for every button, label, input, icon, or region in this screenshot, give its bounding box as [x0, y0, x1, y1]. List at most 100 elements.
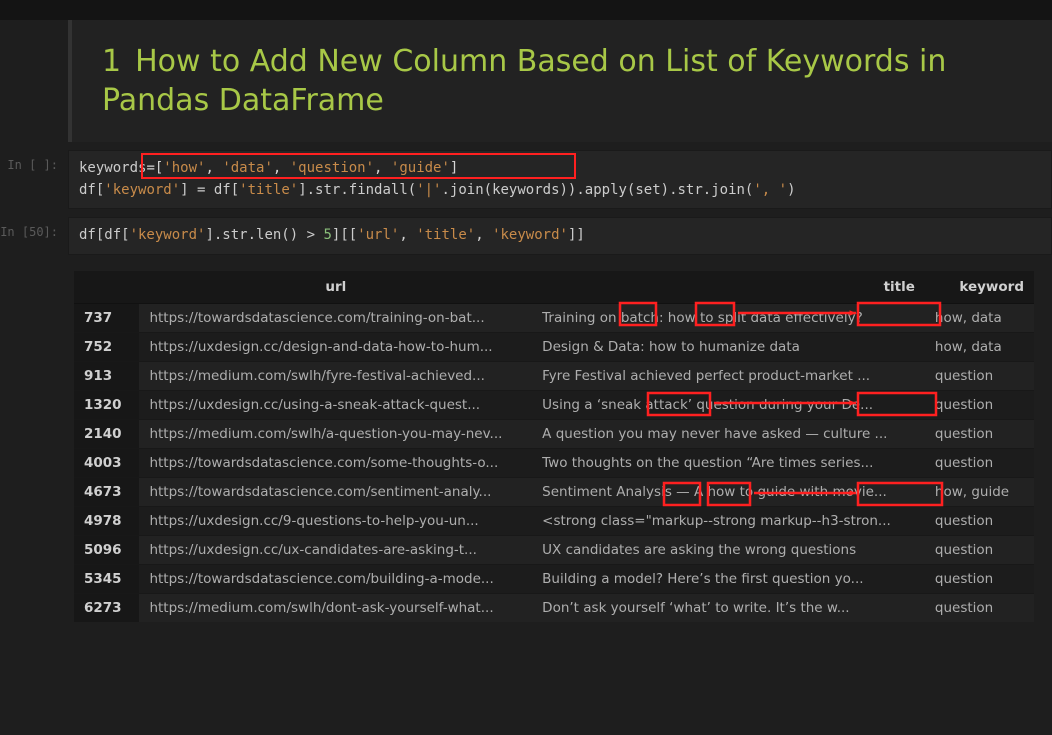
cell-url: https://medium.com/swlh/dont-ask-yoursel…	[139, 594, 532, 623]
cell-title: Don’t ask yourself ‘what’ to write. It’s…	[532, 594, 925, 623]
code-token: ', '	[753, 182, 787, 198]
code-token: ,	[273, 160, 290, 176]
code-token: 'data'	[222, 160, 273, 176]
code-editor[interactable]: df[df['keyword'].str.len() > 5][['url', …	[68, 217, 1052, 255]
cell-title: Two thoughts on the question “Are times …	[532, 449, 925, 478]
code-token: keywords	[79, 160, 146, 176]
cell-url: https://towardsdatascience.com/some-thou…	[139, 449, 532, 478]
cell-url: https://towardsdatascience.com/training-…	[139, 304, 532, 333]
code-token: =[	[146, 160, 163, 176]
cell-title: UX candidates are asking the wrong quest…	[532, 536, 925, 565]
row-index: 6273	[74, 594, 139, 623]
table-row: 6273https://medium.com/swlh/dont-ask-you…	[74, 594, 1034, 623]
code-token: 'url'	[357, 227, 399, 243]
table-header-row: url title keyword	[74, 271, 1034, 304]
cell-keyword: question	[925, 449, 1034, 478]
code-token: df[df[	[79, 227, 130, 243]
cell-url: https://towardsdatascience.com/building-…	[139, 565, 532, 594]
cell-prompt: In [ ]:	[0, 150, 68, 172]
table-row: 4673https://towardsdatascience.com/senti…	[74, 478, 1034, 507]
code-editor[interactable]: keywords=['how', 'data', 'question', 'gu…	[68, 150, 1052, 209]
dataframe-table: url title keyword 737https://towardsdata…	[74, 271, 1034, 622]
page-title: 1How to Add New Column Based on List of …	[72, 20, 1052, 142]
code-token: ].str.findall(	[298, 182, 416, 198]
code-token: ]	[450, 160, 458, 176]
row-index: 2140	[74, 420, 139, 449]
row-index: 4003	[74, 449, 139, 478]
cell-keyword: question	[925, 507, 1034, 536]
cell-url: https://uxdesign.cc/using-a-sneak-attack…	[139, 391, 532, 420]
top-bar	[0, 0, 1052, 20]
code-token: 'guide'	[391, 160, 450, 176]
cell-title: Building a model? Here’s the first quest…	[532, 565, 925, 594]
code-token: ]]	[568, 227, 585, 243]
col-header-title: title	[532, 271, 925, 304]
table-row: 5345https://towardsdatascience.com/build…	[74, 565, 1034, 594]
cell-keyword: question	[925, 565, 1034, 594]
heading-text: How to Add New Column Based on List of K…	[102, 44, 946, 118]
table-row: 913https://medium.com/swlh/fyre-festival…	[74, 362, 1034, 391]
index-header	[74, 271, 139, 304]
cell-title: <strong class="markup--strong markup--h3…	[532, 507, 925, 536]
col-header-keyword: keyword	[925, 271, 1034, 304]
code-token: )	[787, 182, 795, 198]
output-area: url title keyword 737https://towardsdata…	[68, 265, 1052, 628]
row-index: 1320	[74, 391, 139, 420]
cell-keyword: question	[925, 391, 1034, 420]
cell-url: https://uxdesign.cc/design-and-data-how-…	[139, 333, 532, 362]
code-token: .join(keywords)).apply(set).str.join(	[442, 182, 754, 198]
cell-title: A question you may never have asked — cu…	[532, 420, 925, 449]
cell-title: Fyre Festival achieved perfect product-m…	[532, 362, 925, 391]
table-row: 1320https://uxdesign.cc/using-a-sneak-at…	[74, 391, 1034, 420]
cell-title: Using a ‘sneak attack’ question during y…	[532, 391, 925, 420]
cell-prompt: In [50]:	[0, 217, 68, 239]
cell-url: https://uxdesign.cc/9-questions-to-help-…	[139, 507, 532, 536]
code-token: 'title'	[239, 182, 298, 198]
code-token: ] = df[	[180, 182, 239, 198]
cell-keyword: question	[925, 594, 1034, 623]
col-header-url: url	[139, 271, 532, 304]
table-row: 4003https://towardsdatascience.com/some-…	[74, 449, 1034, 478]
cell-keyword: question	[925, 536, 1034, 565]
cell-title: Design & Data: how to humanize data	[532, 333, 925, 362]
code-token: ,	[399, 227, 416, 243]
cell-title: Sentiment Analysis — A how to guide with…	[532, 478, 925, 507]
row-index: 737	[74, 304, 139, 333]
row-index: 5096	[74, 536, 139, 565]
cell-url: https://uxdesign.cc/ux-candidates-are-as…	[139, 536, 532, 565]
cell-keyword: question	[925, 362, 1034, 391]
code-token: 'how'	[163, 160, 205, 176]
code-token: 'title'	[416, 227, 475, 243]
table-row: 2140https://medium.com/swlh/a-question-y…	[74, 420, 1034, 449]
code-token: 'keyword'	[104, 182, 180, 198]
cell-keyword: how, guide	[925, 478, 1034, 507]
code-cell-2: In [50]: df[df['keyword'].str.len() > 5]…	[0, 217, 1052, 255]
table-row: 752https://uxdesign.cc/design-and-data-h…	[74, 333, 1034, 362]
code-token: ,	[205, 160, 222, 176]
row-index: 4673	[74, 478, 139, 507]
cell-url: https://medium.com/swlh/fyre-festival-ac…	[139, 362, 532, 391]
code-token: ][[	[332, 227, 357, 243]
code-token: 'keyword'	[130, 227, 206, 243]
code-token: df[	[79, 182, 104, 198]
code-cell-1: In [ ]: keywords=['how', 'data', 'questi…	[0, 150, 1052, 209]
row-index: 913	[74, 362, 139, 391]
cell-keyword: how, data	[925, 304, 1034, 333]
heading-block: 1How to Add New Column Based on List of …	[68, 20, 1052, 142]
cell-keyword: how, data	[925, 333, 1034, 362]
row-index: 5345	[74, 565, 139, 594]
code-token: '|'	[416, 182, 441, 198]
table-row: 5096https://uxdesign.cc/ux-candidates-ar…	[74, 536, 1034, 565]
code-token: 'keyword'	[492, 227, 568, 243]
table-row: 737https://towardsdatascience.com/traini…	[74, 304, 1034, 333]
cell-url: https://medium.com/swlh/a-question-you-m…	[139, 420, 532, 449]
row-index: 4978	[74, 507, 139, 536]
code-token: 5	[323, 227, 331, 243]
cell-title: Training on batch: how to split data eff…	[532, 304, 925, 333]
row-index: 752	[74, 333, 139, 362]
code-token: ,	[475, 227, 492, 243]
code-token: ].str.len() >	[205, 227, 323, 243]
heading-number: 1	[102, 44, 121, 79]
cell-url: https://towardsdatascience.com/sentiment…	[139, 478, 532, 507]
cell-keyword: question	[925, 420, 1034, 449]
